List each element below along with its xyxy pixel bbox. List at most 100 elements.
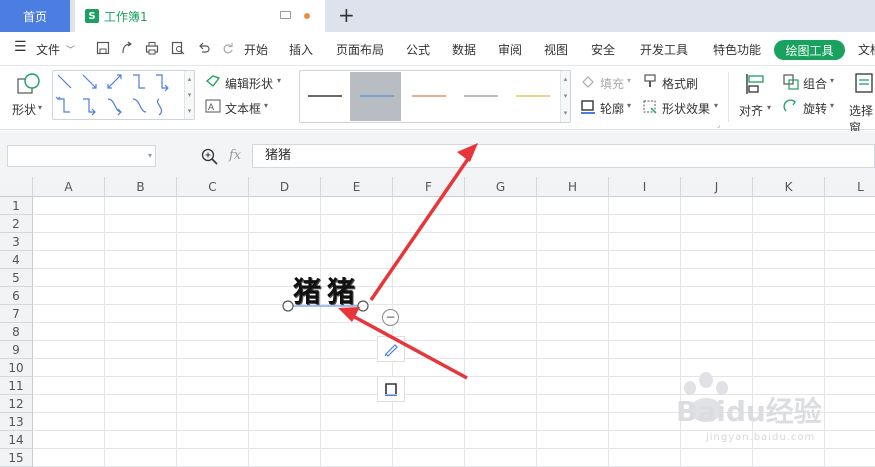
menu-security[interactable]: 安全 xyxy=(591,41,615,58)
caret-down-icon[interactable]: ▾ xyxy=(38,103,42,112)
column-header-C[interactable]: C xyxy=(177,177,249,197)
shape-effect-icon[interactable] xyxy=(642,99,658,115)
row-header-3[interactable]: 3 xyxy=(0,233,33,251)
caret-down-icon[interactable]: ▾ xyxy=(767,103,771,112)
column-header-H[interactable]: H xyxy=(537,177,609,197)
outline-icon[interactable] xyxy=(580,99,596,115)
new-tab-button[interactable]: + xyxy=(338,3,355,27)
format-painter-button[interactable]: 格式刷 xyxy=(662,75,698,92)
column-header-D[interactable]: D xyxy=(249,177,321,197)
tab-workbook[interactable]: S 工作簿1 xyxy=(75,0,325,32)
tab-workbook-title: 工作簿1 xyxy=(104,9,148,24)
redo-icon[interactable] xyxy=(221,41,235,55)
menu-file[interactable]: 文件 xyxy=(36,41,60,58)
align-icon[interactable] xyxy=(744,72,766,96)
select-all-corner[interactable] xyxy=(0,177,33,197)
row-header-14[interactable]: 14 xyxy=(0,431,33,449)
edit-shape-button[interactable]: 编辑形状 xyxy=(225,75,273,92)
menu-insert[interactable]: 插入 xyxy=(289,41,313,58)
fill-button[interactable]: 填充 xyxy=(600,75,624,92)
rotate-icon[interactable] xyxy=(783,99,799,115)
align-button[interactable]: 对齐 xyxy=(739,102,763,119)
row-header-12[interactable]: 12 xyxy=(0,395,33,413)
row-header-5[interactable]: 5 xyxy=(0,269,33,287)
caret-down-icon[interactable]: ▾ xyxy=(148,151,152,160)
select-pane-icon[interactable] xyxy=(854,72,875,96)
export-icon[interactable] xyxy=(120,41,134,55)
column-header-A[interactable]: A xyxy=(33,177,105,197)
row-header-1[interactable]: 1 xyxy=(0,197,33,215)
row-header-13[interactable]: 13 xyxy=(0,413,33,431)
textbox-button[interactable]: 文本框 xyxy=(225,100,261,117)
outline-style-button[interactable] xyxy=(377,376,405,402)
caret-down-icon[interactable]: ▾ xyxy=(830,101,834,110)
hamburger-icon[interactable]: ☰ xyxy=(14,39,27,55)
row-header-8[interactable]: 8 xyxy=(0,323,33,341)
caret-down-icon[interactable]: ▾ xyxy=(830,76,834,85)
shape-button-label[interactable]: 形状 xyxy=(12,101,36,118)
name-box[interactable]: ▾ xyxy=(7,145,156,167)
column-header-J[interactable]: J xyxy=(681,177,753,197)
column-header-I[interactable]: I xyxy=(609,177,681,197)
menu-formulas[interactable]: 公式 xyxy=(406,41,430,58)
row-header-9[interactable]: 9 xyxy=(0,341,33,359)
group-button[interactable]: 组合 xyxy=(803,75,827,92)
menu-view[interactable]: 视图 xyxy=(544,41,568,58)
dialog-launcher-icon[interactable]: ⌟ xyxy=(717,121,720,129)
column-header-L[interactable]: L xyxy=(825,177,875,197)
column-header-G[interactable]: G xyxy=(465,177,537,197)
caret-down-icon[interactable]: ▾ xyxy=(714,101,718,110)
column-header-K[interactable]: K xyxy=(753,177,825,197)
connector-gallery[interactable]: ▴ ▾ ▾ xyxy=(52,70,195,120)
menu-drawing-tools[interactable]: 绘图工具 xyxy=(774,40,845,60)
format-painter-icon[interactable] xyxy=(642,73,658,89)
row-header-11[interactable]: 11 xyxy=(0,377,33,395)
title-tab-bar: 首页 S 工作簿1 + xyxy=(0,0,875,32)
menu-start[interactable]: 开始 xyxy=(244,41,268,58)
print-icon[interactable] xyxy=(145,41,159,55)
shape-effect-button[interactable]: 形状效果 xyxy=(662,100,710,117)
caret-down-icon[interactable]: ▾ xyxy=(277,76,281,85)
fx-icon[interactable]: fx xyxy=(229,148,241,163)
chevron-down-icon[interactable]: ﹀ xyxy=(66,43,75,56)
gallery-scroll-icon[interactable]: ▴ ▾ ▾ xyxy=(184,71,194,119)
row-header-7[interactable]: 7 xyxy=(0,305,33,323)
menu-special-features[interactable]: 特色功能 xyxy=(713,41,761,58)
outline-button[interactable]: 轮廓 xyxy=(600,100,624,117)
caret-down-icon[interactable]: ▾ xyxy=(264,101,268,110)
undo-icon[interactable] xyxy=(197,41,211,55)
caret-down-icon[interactable]: ▾ xyxy=(627,76,631,85)
caret-down-icon[interactable]: ▾ xyxy=(627,101,631,110)
zoom-function-icon[interactable] xyxy=(201,148,219,166)
fill-icon[interactable] xyxy=(580,74,596,88)
edit-shape-icon[interactable] xyxy=(205,74,221,88)
collapse-icon[interactable]: − xyxy=(382,309,399,326)
save-icon[interactable] xyxy=(96,41,110,55)
menu-page-layout[interactable]: 页面布局 xyxy=(336,41,384,58)
row-header-4[interactable]: 4 xyxy=(0,251,33,269)
column-header-B[interactable]: B xyxy=(105,177,177,197)
tab-home[interactable]: 首页 xyxy=(0,0,70,32)
menu-developer[interactable]: 开发工具 xyxy=(640,41,688,58)
print-preview-icon[interactable] xyxy=(171,41,185,55)
row-header-6[interactable]: 6 xyxy=(0,287,33,305)
menu-review[interactable]: 审阅 xyxy=(498,41,522,58)
line-style-gallery[interactable]: ▴ ▾ ▾ xyxy=(299,70,571,123)
menu-document[interactable]: 文档 xyxy=(858,41,875,58)
group-icon[interactable] xyxy=(783,74,799,90)
shape-icon[interactable] xyxy=(16,71,42,97)
row-header-15[interactable]: 15 xyxy=(0,449,33,467)
rotate-button[interactable]: 旋转 xyxy=(803,100,827,117)
column-header-E[interactable]: E xyxy=(321,177,393,197)
gallery-scroll-icon[interactable]: ▴ ▾ ▾ xyxy=(560,71,570,122)
monitor-icon[interactable] xyxy=(280,11,291,19)
row-header-2[interactable]: 2 xyxy=(0,215,33,233)
wordart-selection[interactable] xyxy=(280,298,376,314)
pen-style-button[interactable] xyxy=(377,336,405,362)
textbox-icon[interactable]: A xyxy=(205,99,221,113)
formula-input[interactable]: 猪猪 xyxy=(252,144,875,168)
row-header-10[interactable]: 10 xyxy=(0,359,33,377)
menu-data[interactable]: 数据 xyxy=(452,41,476,58)
ribbon-toolbar: 形状 ▾ ▴ ▾ ▾ 编辑形状 ▾ A 文本框 ▾ ▴ ▾ ▾ 填充 ▾ 格式刷… xyxy=(0,66,875,135)
column-header-F[interactable]: F xyxy=(393,177,465,197)
